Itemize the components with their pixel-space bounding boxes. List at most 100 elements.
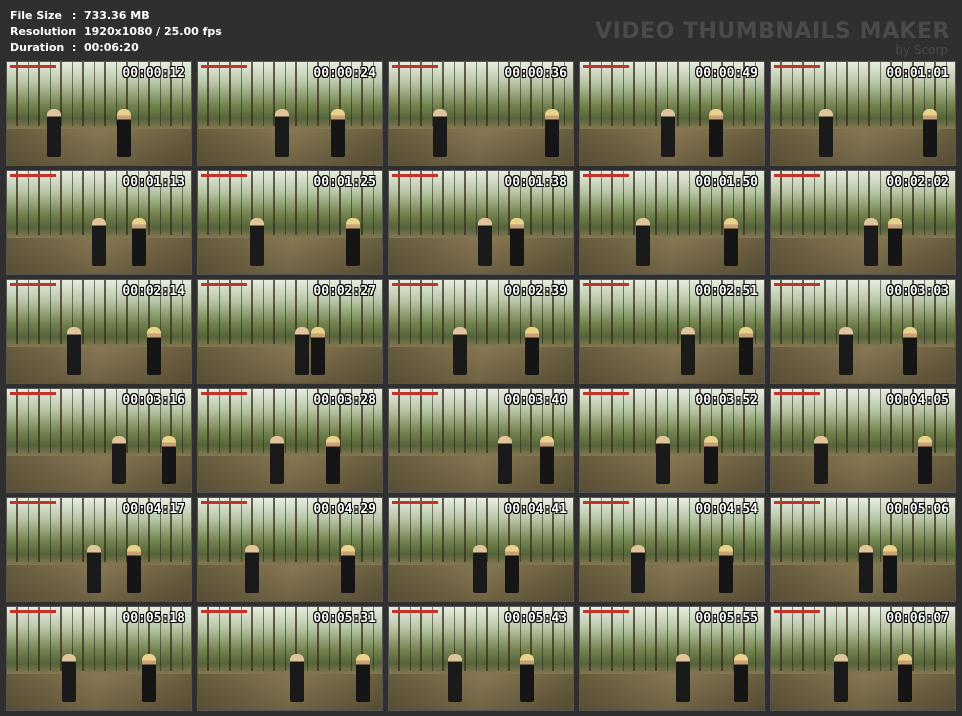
person-figure	[433, 109, 447, 157]
person-figure	[540, 436, 554, 484]
thumbnail-timestamp: 00:03:16	[122, 393, 185, 408]
thumbnail-timestamp: 00:01:25	[313, 175, 376, 190]
thumbnail-timestamp: 00:03:52	[695, 393, 758, 408]
thumbnail-timestamp: 00:05:43	[504, 611, 567, 626]
thumbnail-grid: 00:00:12 00:00:24 00:00:36 00:00:49 00:01:01…	[6, 61, 956, 711]
person-figure	[631, 545, 645, 593]
video-thumbnail[interactable]: 00:04:05	[770, 388, 956, 493]
video-thumbnail[interactable]: 00:04:41	[388, 497, 574, 602]
watermark-bar	[10, 610, 56, 613]
person-figure	[112, 436, 126, 484]
video-thumbnail[interactable]: 00:03:03	[770, 279, 956, 384]
thumbnail-timestamp: 00:00:36	[504, 66, 567, 81]
thumbnail-timestamp: 00:05:55	[695, 611, 758, 626]
video-thumbnail[interactable]: 00:06:07	[770, 606, 956, 711]
video-thumbnail[interactable]: 00:00:49	[579, 61, 765, 166]
video-thumbnail[interactable]: 00:02:39	[388, 279, 574, 384]
person-figure	[819, 109, 833, 157]
video-thumbnail[interactable]: 00:05:31	[197, 606, 383, 711]
video-thumbnail[interactable]: 00:05:55	[579, 606, 765, 711]
video-thumbnail[interactable]: 00:01:50	[579, 170, 765, 275]
video-thumbnail[interactable]: 00:01:38	[388, 170, 574, 275]
file-info-panel: File Size : 733.36 MB Resolution : 1920x…	[10, 8, 222, 56]
video-thumbnail[interactable]: 00:01:25	[197, 170, 383, 275]
thumbnail-timestamp: 00:02:51	[695, 284, 758, 299]
person-figure	[859, 545, 873, 593]
separator: :	[72, 25, 77, 38]
video-thumbnail[interactable]: 00:02:51	[579, 279, 765, 384]
person-figure	[709, 109, 723, 157]
person-figure	[448, 654, 462, 702]
person-figure	[67, 327, 81, 375]
person-figure	[903, 327, 917, 375]
file-size-row: File Size : 733.36 MB	[10, 8, 222, 24]
watermark-bar	[583, 283, 629, 286]
file-size-label: File Size	[10, 9, 62, 22]
video-thumbnail[interactable]: 00:04:17	[6, 497, 192, 602]
person-figure	[311, 327, 325, 375]
person-figure	[888, 218, 902, 266]
video-thumbnail[interactable]: 00:05:43	[388, 606, 574, 711]
person-figure	[147, 327, 161, 375]
watermark-bar	[392, 610, 438, 613]
thumbnail-timestamp: 00:02:02	[886, 175, 949, 190]
watermark-bar	[201, 610, 247, 613]
video-thumbnail[interactable]: 00:02:14	[6, 279, 192, 384]
video-thumbnail[interactable]: 00:03:28	[197, 388, 383, 493]
person-figure	[290, 654, 304, 702]
brand-title: VIDEO THUMBNAILS MAKER	[595, 19, 950, 44]
video-thumbnail[interactable]: 00:05:06	[770, 497, 956, 602]
watermark-bar	[774, 610, 820, 613]
video-thumbnail[interactable]: 00:03:16	[6, 388, 192, 493]
watermark-bar	[392, 501, 438, 504]
watermark-bar	[201, 283, 247, 286]
thumbnail-timestamp: 00:03:03	[886, 284, 949, 299]
person-figure	[661, 109, 675, 157]
thumbnail-timestamp: 00:01:38	[504, 175, 567, 190]
video-thumbnail[interactable]: 00:04:54	[579, 497, 765, 602]
person-figure	[734, 654, 748, 702]
watermark-bar	[583, 392, 629, 395]
video-thumbnail[interactable]: 00:05:18	[6, 606, 192, 711]
watermark-bar	[583, 65, 629, 68]
person-figure	[923, 109, 937, 157]
watermark-bar	[392, 392, 438, 395]
watermark-bar	[10, 501, 56, 504]
person-figure	[834, 654, 848, 702]
video-thumbnail[interactable]: 00:01:01	[770, 61, 956, 166]
video-thumbnail[interactable]: 00:00:24	[197, 61, 383, 166]
person-figure	[898, 654, 912, 702]
watermark-bar	[10, 392, 56, 395]
separator: :	[72, 9, 77, 22]
video-thumbnail[interactable]: 00:03:40	[388, 388, 574, 493]
person-figure	[117, 109, 131, 157]
person-figure	[453, 327, 467, 375]
video-thumbnail[interactable]: 00:01:13	[6, 170, 192, 275]
thumbnail-timestamp: 00:02:39	[504, 284, 567, 299]
watermark-bar	[392, 174, 438, 177]
thumbnail-timestamp: 00:04:54	[695, 502, 758, 517]
person-figure	[92, 218, 106, 266]
watermark-bar	[774, 501, 820, 504]
person-figure	[883, 545, 897, 593]
person-figure	[245, 545, 259, 593]
watermark-bar	[392, 283, 438, 286]
person-figure	[341, 545, 355, 593]
person-figure	[162, 436, 176, 484]
video-thumbnail[interactable]: 00:00:12	[6, 61, 192, 166]
thumbnail-timestamp: 00:02:14	[122, 284, 185, 299]
video-thumbnail[interactable]: 00:02:02	[770, 170, 956, 275]
person-figure	[250, 218, 264, 266]
person-figure	[839, 327, 853, 375]
watermark-bar	[10, 174, 56, 177]
video-thumbnail[interactable]: 00:04:29	[197, 497, 383, 602]
brand-subtitle: by Scorp	[895, 43, 948, 57]
person-figure	[270, 436, 284, 484]
video-thumbnail[interactable]: 00:00:36	[388, 61, 574, 166]
video-thumbnail[interactable]: 00:02:27	[197, 279, 383, 384]
person-figure	[132, 218, 146, 266]
watermark-bar	[774, 392, 820, 395]
video-thumbnail[interactable]: 00:03:52	[579, 388, 765, 493]
resolution-row: Resolution : 1920x1080 / 25.00 fps	[10, 24, 222, 40]
person-figure	[676, 654, 690, 702]
